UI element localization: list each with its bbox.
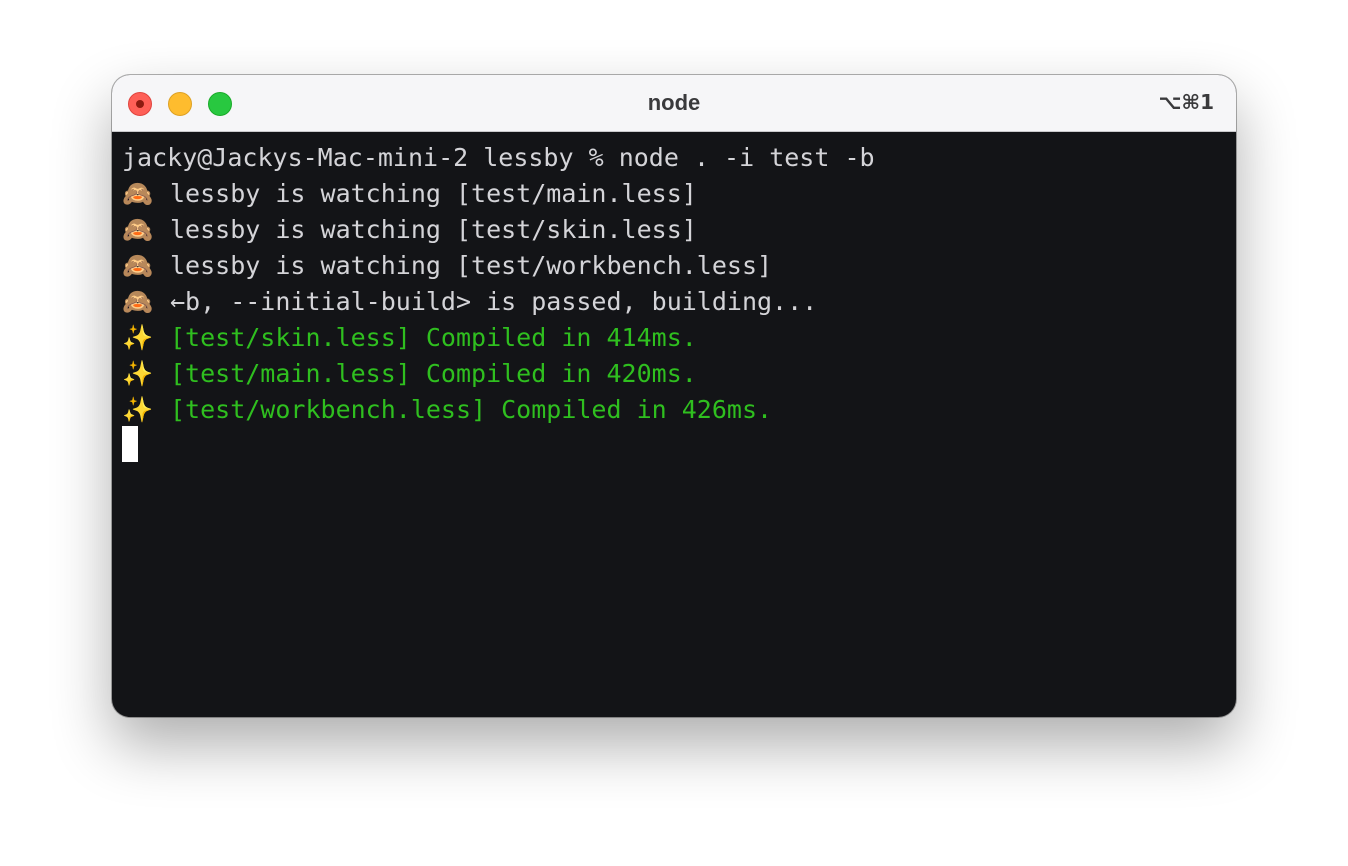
see-no-evil-monkey-icon: 🙈	[122, 179, 154, 208]
compiled-line-text: [test/main.less] Compiled in 420ms.	[170, 359, 697, 388]
sparkles-icon: ✨	[122, 323, 154, 352]
terminal-window: node ⌥⌘1 jacky@Jackys-Mac-mini-2 lessby …	[112, 75, 1236, 717]
window-shortcut-label: ⌥⌘1	[1158, 90, 1214, 114]
compiled-line: ✨ [test/skin.less] Compiled in 414ms.	[122, 320, 1222, 356]
compiled-line-text: [test/skin.less] Compiled in 414ms.	[170, 323, 697, 352]
window-title: node	[647, 90, 701, 115]
watch-line-text: lessby is watching [test/skin.less]	[170, 215, 697, 244]
title-bar[interactable]: node ⌥⌘1	[112, 75, 1236, 132]
see-no-evil-monkey-icon: 🙈	[122, 215, 154, 244]
compiled-line: ✨ [test/main.less] Compiled in 420ms.	[122, 356, 1222, 392]
prompt-line: jacky@Jackys-Mac-mini-2 lessby % node . …	[122, 143, 875, 172]
watch-line-text: lessby is watching [test/workbench.less]	[170, 251, 773, 280]
watch-line: 🙈 lessby is watching [test/skin.less]	[122, 212, 1222, 248]
see-no-evil-monkey-icon: 🙈	[122, 287, 154, 316]
terminal-output[interactable]: jacky@Jackys-Mac-mini-2 lessby % node . …	[122, 140, 1222, 428]
text-cursor	[122, 426, 138, 462]
build-line: 🙈 ←b, --initial-build> is passed, buildin…	[122, 284, 1222, 320]
build-line-text: ←b, --initial-build> is passed, building…	[170, 287, 818, 316]
sparkles-icon: ✨	[122, 359, 154, 388]
watch-line: 🙈 lessby is watching [test/main.less]	[122, 176, 1222, 212]
sparkles-icon: ✨	[122, 395, 154, 424]
watch-line: 🙈 lessby is watching [test/workbench.less…	[122, 248, 1222, 284]
see-no-evil-monkey-icon: 🙈	[122, 251, 154, 280]
compiled-line: ✨ [test/workbench.less] Compiled in 426ms…	[122, 392, 1222, 428]
compiled-line-text: [test/workbench.less] Compiled in 426ms.	[170, 395, 773, 424]
watch-line-text: lessby is watching [test/main.less]	[170, 179, 697, 208]
